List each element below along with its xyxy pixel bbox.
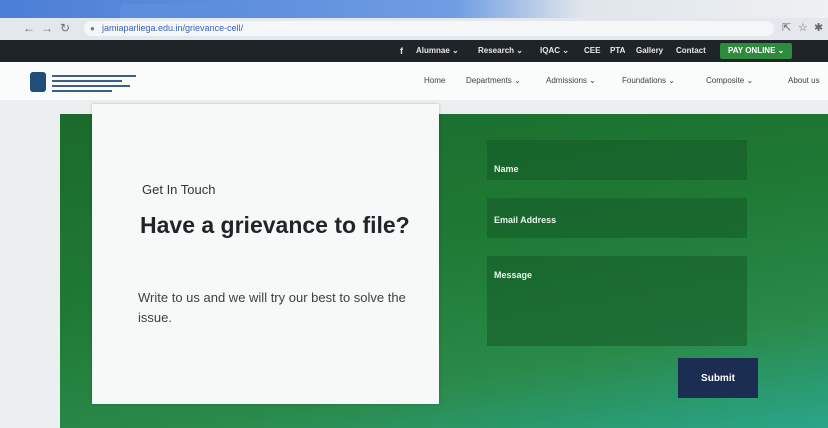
intro-card: Get In Touch Have a grievance to file? W… xyxy=(92,104,439,404)
message-label: Message xyxy=(494,270,533,280)
back-button[interactable]: ← xyxy=(22,21,36,35)
pay-online-button[interactable]: PAY ONLINE ⌄ xyxy=(720,43,793,59)
main-nav-bar: Home Departments ⌄ Admissions ⌄ Foundati… xyxy=(0,62,828,101)
nav-departments[interactable]: Departments ⌄ xyxy=(466,76,521,85)
email-label: Email Address xyxy=(494,215,557,225)
top-nav-research[interactable]: Research ⌄ xyxy=(478,46,523,55)
section-heading: Have a grievance to file? xyxy=(140,212,410,238)
top-nav-alumnae[interactable]: Alumnae ⌄ xyxy=(416,46,459,55)
share-icon[interactable]: ⇱ xyxy=(782,21,791,34)
top-nav-contact[interactable]: Contact xyxy=(676,46,706,55)
top-nav-pta[interactable]: PTA xyxy=(610,46,625,55)
browser-tab-strip xyxy=(0,0,828,18)
reload-button[interactable]: ↻ xyxy=(58,21,72,35)
grievance-section: Get In Touch Have a grievance to file? W… xyxy=(0,100,828,428)
url-text: jamiaparliega.edu.in/grievance-cell/ xyxy=(102,23,244,33)
star-icon[interactable]: ☆ xyxy=(798,21,808,34)
eyebrow-text: Get In Touch xyxy=(142,182,216,197)
nav-about-us[interactable]: About us xyxy=(788,76,820,85)
section-subtext: Write to us and we will try our best to … xyxy=(138,290,406,325)
nav-composite[interactable]: Composite ⌄ xyxy=(706,76,753,85)
top-nav-iqac[interactable]: IQAC ⌄ xyxy=(540,46,569,55)
name-input[interactable] xyxy=(487,140,747,180)
photographed-screen: ← → ↻ ● jamiaparliega.edu.in/grievance-c… xyxy=(0,0,828,428)
lock-icon: ● xyxy=(90,24,95,33)
address-bar[interactable]: ● jamiaparliega.edu.in/grievance-cell/ xyxy=(84,21,774,36)
puzzle-icon[interactable]: ✱ xyxy=(814,21,823,34)
college-logo[interactable] xyxy=(30,72,140,94)
top-nav-gallery[interactable]: Gallery xyxy=(636,46,663,55)
facebook-icon[interactable]: f xyxy=(400,46,403,56)
nav-admissions[interactable]: Admissions ⌄ xyxy=(546,76,596,85)
nav-foundations[interactable]: Foundations ⌄ xyxy=(622,76,675,85)
browser-toolbar: ← → ↻ ● jamiaparliega.edu.in/grievance-c… xyxy=(0,18,828,41)
top-nav-cee[interactable]: CEE xyxy=(584,46,600,55)
name-label: Name xyxy=(494,164,519,174)
forward-button[interactable]: → xyxy=(40,21,54,35)
nav-home[interactable]: Home xyxy=(424,76,445,85)
emblem-icon xyxy=(30,72,46,92)
browser-tab[interactable] xyxy=(120,4,240,18)
submit-button[interactable]: Submit xyxy=(678,358,758,398)
top-nav-bar: f Alumnae ⌄ Research ⌄ IQAC ⌄ CEE PTA Ga… xyxy=(0,40,828,62)
